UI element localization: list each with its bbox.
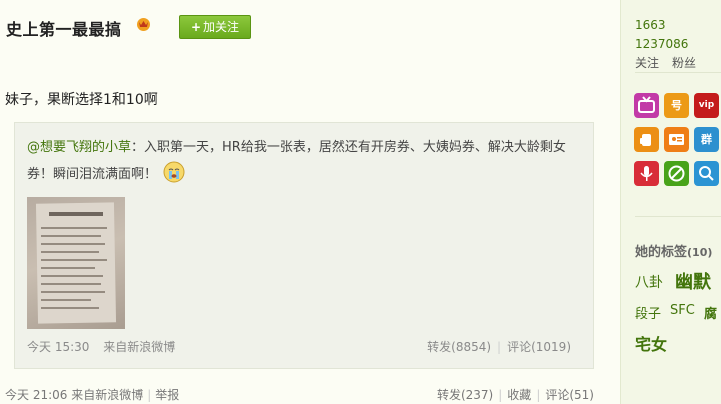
tv-icon[interactable] [634,93,659,118]
hand-icon[interactable] [634,127,659,152]
form-line [41,291,105,293]
form-line [41,307,99,309]
form-line [41,267,95,269]
follow-count[interactable]: 1663 [635,16,673,35]
post-source[interactable]: 来自新浪微博 [71,388,143,402]
tag-item[interactable]: 腐 [704,303,717,322]
vip-icon[interactable]: vip [694,93,719,118]
form-line [41,227,107,229]
divider: | [536,388,541,402]
post-actions: 转发(237) | 收藏 | 评论(51) [437,386,594,403]
tag-item[interactable]: 段子 [635,303,661,322]
count-values: 16631237086 [635,16,721,54]
form-line [41,275,103,277]
form-line [41,243,105,245]
form-line [41,283,101,285]
divider [635,216,721,217]
paper-form-image [35,202,117,324]
quoted-comment-link[interactable]: 评论(1019) [507,340,571,354]
form-header [49,212,103,216]
fans-count[interactable]: 1237086 [635,35,688,54]
quoted-meta: 今天 15:30 来自新浪微博 [27,338,185,355]
quoted-time[interactable]: 今天 15:30 [27,340,89,354]
quoted-user-link[interactable]: @想要飞翔的小草 [27,140,131,155]
divider: | [147,388,152,402]
post-time[interactable]: 今天 21:06 [5,388,67,402]
post-meta: 今天 21:06 来自新浪微博 | 举报 [5,386,179,403]
form-line [41,235,101,237]
quoted-repost-link[interactable]: 转发(8854) [427,340,491,354]
count-labels: 关注 粉丝 [635,54,721,73]
quoted-source[interactable]: 来自新浪微博 [103,340,175,354]
sidebar: 16631237086 关注 粉丝 号 vip 群 她的标签(10) 八卦 幽默… [620,0,721,404]
follow-label: 关注 [635,56,660,70]
search-icon[interactable] [694,161,719,186]
no-smoking-icon[interactable] [664,161,689,186]
follow-button-label: 加关注 [203,20,240,34]
tag-item[interactable]: 八卦 [635,272,663,292]
tags-heading: 她的标签(10) [635,241,712,260]
card-icon[interactable] [664,127,689,152]
fans-label: 粉丝 [672,56,697,70]
report-link[interactable]: 举报 [155,388,179,402]
page-title: 史上第一最最搞 [6,20,122,39]
phone-number-icon[interactable]: 号 [664,93,689,118]
tag-item[interactable]: 幽默 [675,268,711,294]
form-line [41,259,107,261]
quoted-post: @想要飞翔的小草：入职第一天，HR给我一张表，居然还有开房券、大姨妈券、解决大龄… [14,122,594,369]
attached-image[interactable] [27,197,125,329]
repost-link[interactable]: 转发(237) [437,388,493,402]
quoted-separator: ： [131,140,145,155]
post-text: 妹子，果断选择1和10啊 [5,92,158,108]
divider [635,72,721,73]
crying-emoji-icon [163,161,185,183]
crown-icon [137,18,150,31]
divider: | [497,340,502,354]
plus-icon: + [190,20,202,34]
form-line [41,251,99,253]
form-line [41,299,91,301]
divider: | [498,388,503,402]
main-feed: 史上第一最最搞 + 加关注 妹子，果断选择1和10啊 @想要飞翔的小草：入职第一天… [0,0,620,404]
microphone-icon[interactable] [634,161,659,186]
profile-counts: 16631237086 关注 粉丝 [635,16,721,73]
group-icon[interactable]: 群 [694,127,719,152]
quoted-actions: 转发(8854) | 评论(1019) [427,338,571,355]
tags-count: (10) [687,246,713,259]
follow-button[interactable]: + 加关注 [179,15,251,39]
favorite-link[interactable]: 收藏 [507,388,531,402]
tags-title: 她的标签 [635,245,688,260]
quoted-post-text: @想要飞翔的小草：入职第一天，HR给我一张表，居然还有开房券、大姨妈券、解决大龄… [27,135,582,188]
tag-item[interactable]: SFC [670,303,695,318]
comment-link[interactable]: 评论(51) [545,388,594,402]
tag-item[interactable]: 宅女 [635,331,667,355]
